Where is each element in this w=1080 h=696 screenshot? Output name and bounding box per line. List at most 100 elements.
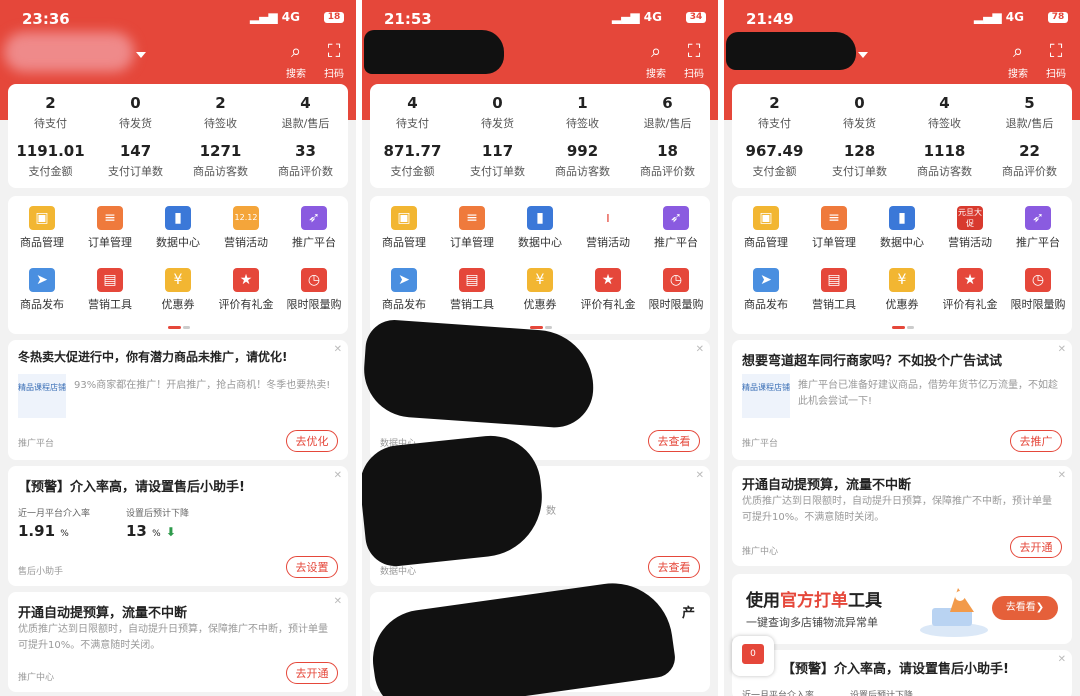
grid-label: 优惠券 bbox=[523, 298, 557, 311]
stat-paid-orders[interactable]: 128 支付订单数 bbox=[817, 142, 902, 179]
scan-icon: ⛶ bbox=[1049, 41, 1063, 62]
scan-icon: ⛶ bbox=[687, 41, 701, 62]
grid-item-publish[interactable]: ➤ 商品发布 bbox=[732, 268, 800, 312]
search-button[interactable]: ⌕ 搜索 bbox=[278, 42, 314, 81]
grid-item-order-mgmt[interactable]: ≡ 订单管理 bbox=[800, 206, 868, 250]
grid-item-data-center[interactable]: ▮ 数据中心 bbox=[144, 206, 212, 250]
close-icon[interactable]: ✕ bbox=[334, 344, 342, 355]
setup-button[interactable]: 去设置 bbox=[286, 556, 338, 578]
grid-item-publish[interactable]: ➤ 商品发布 bbox=[370, 268, 438, 312]
promote-button[interactable]: 去推广 bbox=[1010, 430, 1062, 452]
stat-reviews[interactable]: 18 商品评价数 bbox=[625, 142, 710, 179]
stat-pending-payment[interactable]: 2 待支付 bbox=[8, 94, 93, 131]
stat-visitors[interactable]: 992 商品访客数 bbox=[540, 142, 625, 179]
grid-item-promotion[interactable]: ➶ 推广平台 bbox=[1004, 206, 1072, 250]
grid-item-marketing-tools[interactable]: ▤ 营销工具 bbox=[76, 268, 144, 312]
grid-item-product-mgmt[interactable]: ▣ 商品管理 bbox=[732, 206, 800, 250]
grid-item-marketing[interactable]: 元旦大促 营销活动 bbox=[936, 206, 1004, 250]
grid-item-coupons[interactable]: ¥ 优惠券 bbox=[144, 268, 212, 312]
bar-chart-icon: ▮ bbox=[889, 206, 915, 230]
grid-item-order-mgmt[interactable]: ≡ 订单管理 bbox=[76, 206, 144, 250]
close-icon[interactable]: ✕ bbox=[696, 470, 704, 481]
signal-indicator: ▂▄▆ 4G bbox=[973, 10, 1024, 24]
grid-item-marketing[interactable]: 12.12 营销活动 bbox=[212, 206, 280, 250]
stat-payment-amount[interactable]: 1191.01 支付金额 bbox=[8, 142, 93, 179]
search-label: 搜索 bbox=[646, 69, 666, 80]
stat-pending-receipt[interactable]: 1 待签收 bbox=[540, 94, 625, 131]
grid-item-promotion[interactable]: ➶ 推广平台 bbox=[280, 206, 348, 250]
enable-button[interactable]: 去开通 bbox=[1010, 536, 1062, 558]
battery-icon: 78 bbox=[1048, 12, 1068, 23]
grid-label: 评价有礼金 bbox=[942, 298, 998, 311]
grid-item-order-mgmt[interactable]: ≡ 订单管理 bbox=[438, 206, 506, 250]
redaction-mark bbox=[726, 32, 856, 70]
ticket-icon: ¥ bbox=[527, 268, 553, 292]
grid-item-product-mgmt[interactable]: ▣ 商品管理 bbox=[370, 206, 438, 250]
stat-value: 2 bbox=[769, 94, 780, 112]
stat-payment-amount[interactable]: 967.49 支付金额 bbox=[732, 142, 817, 179]
stat-refunds[interactable]: 6 退款/售后 bbox=[625, 94, 710, 131]
grid-item-review-rewards[interactable]: ★ 评价有礼金 bbox=[936, 268, 1004, 312]
grid-label: 商品发布 bbox=[744, 298, 788, 311]
grid-item-marketing-tools[interactable]: ▤ 营销工具 bbox=[438, 268, 506, 312]
optimize-button[interactable]: 去优化 bbox=[286, 430, 338, 452]
grid-item-promotion[interactable]: ➶ 推广平台 bbox=[642, 206, 710, 250]
grid-item-coupons[interactable]: ¥ 优惠券 bbox=[868, 268, 936, 312]
enable-button[interactable]: 去开通 bbox=[286, 662, 338, 684]
chevron-down-icon[interactable] bbox=[858, 52, 868, 58]
close-icon[interactable]: ✕ bbox=[1058, 654, 1066, 665]
grid-item-flash-sale[interactable]: ◷ 限时限量购 bbox=[1004, 268, 1072, 312]
grid-item-review-rewards[interactable]: ★ 评价有礼金 bbox=[574, 268, 642, 312]
stat-paid-orders[interactable]: 147 支付订单数 bbox=[93, 142, 178, 179]
stat-pending-payment[interactable]: 4 待支付 bbox=[370, 94, 455, 131]
scan-button[interactable]: ⛶ 扫码 bbox=[316, 42, 352, 81]
grid-item-review-rewards[interactable]: ★ 评价有礼金 bbox=[212, 268, 280, 312]
grid-item-product-mgmt[interactable]: ▣ 商品管理 bbox=[8, 206, 76, 250]
view-more-button[interactable]: 去看看❯ bbox=[992, 596, 1058, 620]
chevron-down-icon[interactable] bbox=[136, 52, 146, 58]
notice-title: 想要弯道超车同行商家吗？不如投个广告试试 bbox=[742, 354, 1003, 369]
scan-button[interactable]: ⛶ 扫码 bbox=[676, 41, 712, 81]
grid-item-data-center[interactable]: ▮ 数据中心 bbox=[868, 206, 936, 250]
stat-pending-receipt[interactable]: 4 待签收 bbox=[902, 94, 987, 131]
stat-refunds[interactable]: 4 退款/售后 bbox=[263, 94, 348, 131]
stat-visitors[interactable]: 1118 商品访客数 bbox=[902, 142, 987, 179]
stat-payment-amount[interactable]: 871.77 支付金额 bbox=[370, 142, 455, 179]
grid-item-marketing[interactable]: ı 营销活动 bbox=[574, 206, 642, 250]
close-icon[interactable]: ✕ bbox=[696, 344, 704, 355]
stat-pending-shipment[interactable]: 0 待发货 bbox=[817, 94, 902, 131]
stat-pending-shipment[interactable]: 0 待发货 bbox=[93, 94, 178, 131]
metric-value: 13 % ⬇ bbox=[126, 522, 176, 540]
redaction-mark bbox=[364, 30, 504, 74]
metric-unit: % bbox=[60, 529, 69, 539]
grid-item-publish[interactable]: ➤ 商品发布 bbox=[8, 268, 76, 312]
floating-message-button[interactable]: 0 bbox=[732, 636, 774, 676]
stat-paid-orders[interactable]: 117 支付订单数 bbox=[455, 142, 540, 179]
grid-item-flash-sale[interactable]: ◷ 限时限量购 bbox=[642, 268, 710, 312]
view-button[interactable]: 去查看 bbox=[648, 430, 700, 452]
stat-pending-shipment[interactable]: 0 待发货 bbox=[455, 94, 540, 131]
grid-item-coupons[interactable]: ¥ 优惠券 bbox=[506, 268, 574, 312]
view-button[interactable]: 去查看 bbox=[648, 556, 700, 578]
close-icon[interactable]: ✕ bbox=[334, 470, 342, 481]
stat-refunds[interactable]: 5 退款/售后 bbox=[987, 94, 1072, 131]
search-button[interactable]: ⌕ 搜索 bbox=[1000, 42, 1036, 81]
metric-label: 近一月平台介入率 bbox=[742, 691, 815, 696]
close-icon[interactable]: ✕ bbox=[1058, 470, 1066, 481]
grid-item-flash-sale[interactable]: ◷ 限时限量购 bbox=[280, 268, 348, 312]
grid-item-marketing-tools[interactable]: ▤ 营销工具 bbox=[800, 268, 868, 312]
stat-reviews[interactable]: 22 商品评价数 bbox=[987, 142, 1072, 179]
stat-pending-payment[interactable]: 2 待支付 bbox=[732, 94, 817, 131]
close-icon[interactable]: ✕ bbox=[1058, 344, 1066, 355]
stat-pending-receipt[interactable]: 2 待签收 bbox=[178, 94, 263, 131]
stat-reviews[interactable]: 33 商品评价数 bbox=[263, 142, 348, 179]
stat-label: 商品访客数 bbox=[193, 165, 248, 178]
store-name-redacted[interactable] bbox=[4, 32, 134, 72]
promo-banner-shipping-tool[interactable]: 使用官方打单工具 一键查询多店铺物流异常单 去看看❯ bbox=[732, 574, 1072, 644]
close-icon[interactable]: ✕ bbox=[334, 596, 342, 607]
status-time: 21:49 bbox=[746, 10, 794, 28]
stat-visitors[interactable]: 1271 商品访客数 bbox=[178, 142, 263, 179]
search-button[interactable]: ⌕ 搜索 bbox=[638, 42, 674, 81]
scan-button[interactable]: ⛶ 扫码 bbox=[1038, 41, 1074, 81]
grid-item-data-center[interactable]: ▮ 数据中心 bbox=[506, 206, 574, 250]
